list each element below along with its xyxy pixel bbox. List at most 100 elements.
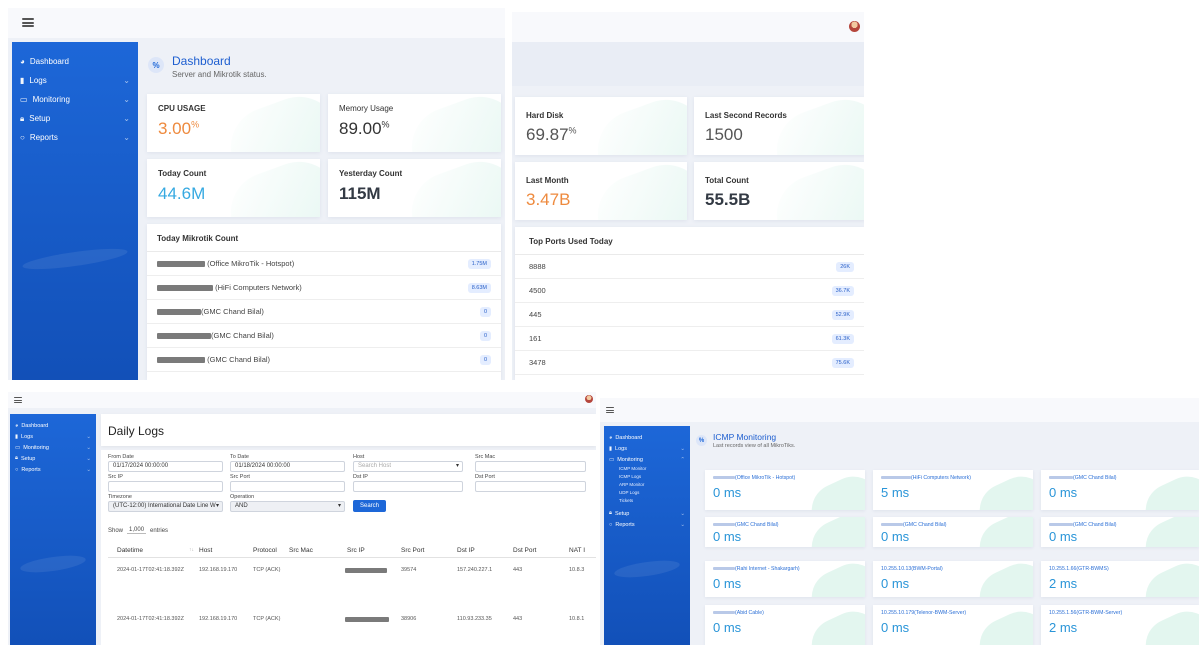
src-port-input[interactable] [230,481,345,492]
list-item[interactable]: 4500 36.7K [515,279,864,303]
chevron-down-icon: ⌄ [86,444,91,451]
column-header[interactable]: Datetime [117,547,143,554]
icmp-latency: 0 ms [713,576,742,591]
icmp-card[interactable]: (Abid Cable) 0 ms [705,605,865,645]
user-avatar-icon[interactable] [849,21,860,32]
list-item[interactable]: 161 61.3K [515,327,864,351]
lock-icon: 🔒︎ [20,113,25,123]
column-header[interactable]: NAT I [569,547,585,554]
column-header[interactable]: Src Mac [289,547,313,554]
list-item[interactable]: 3478 75.6K [515,351,864,375]
icmp-latency: 5 ms [881,485,910,500]
icmp-card[interactable]: (HiFi Computers Network) 5 ms [873,470,1033,510]
sidebar: ◕ Dashboard ▮ Logs ⌄ ▭ Monitoring ⌄ 🔒︎ Setup… [12,42,138,380]
hamburger-icon[interactable] [14,397,22,403]
list-item[interactable]: (GMC Chand Bilal) 0 [147,348,501,372]
user-avatar-icon[interactable] [585,395,593,403]
sidebar-item-dashboard[interactable]: ◕ Dashboard [609,432,685,443]
icmp-card[interactable]: 10.255.1.56(GTR-BWM-Server) 2 ms [1041,605,1199,645]
submenu-item-icmp-monitor[interactable]: ICMP Monitor [619,465,685,473]
hamburger-icon[interactable] [22,18,34,27]
icmp-card[interactable]: 10.255.10.179(Telenor-BWM-Server) 0 ms [873,605,1033,645]
sidebar-item-logs[interactable]: ▮ Logs ⌄ [20,71,130,90]
list-item[interactable]: 8888 26K [515,255,864,279]
reports-icon: ○ [609,521,613,528]
sidebar-item-setup[interactable]: 🔒︎ Setup ⌄ [20,109,130,128]
stat-card-last-second: Last Second Records 1500 [694,97,864,155]
to-date-input[interactable]: 01/18/2024 00:00:00 [230,461,345,472]
page-subtitle: Server and Mikrotik status. [172,70,267,79]
count-badge: 36.7K [831,285,854,296]
sidebar-item-monitoring[interactable]: ▭ Monitoring ⌄ [20,90,130,109]
column-header[interactable]: Src IP [347,547,365,554]
redacted-ip [881,476,911,480]
top-bar [8,8,505,38]
dst-port-input[interactable] [475,481,586,492]
submenu-item-icmp-logs[interactable]: ICMP Logs [619,473,685,481]
hamburger-icon[interactable] [606,407,614,413]
column-header[interactable]: Protocol [253,547,277,554]
submenu-item-arp-monitor[interactable]: ARP Monitor [619,481,685,489]
icmp-card[interactable]: (GMC Chand Bilal) 0 ms [1041,517,1199,547]
redacted-ip [157,309,201,316]
submenu-item-tickets[interactable]: Tickets [619,497,685,505]
icmp-card[interactable]: (GMC Chand Bilal) 0 ms [873,517,1033,547]
icmp-card[interactable]: (Office MikroTik - Hotspot) 0 ms [705,470,865,510]
stat-card-last-month: Last Month 3.47B [515,162,687,220]
sidebar-item-monitoring[interactable]: ▭ Monitoring ⌃ [609,454,685,465]
column-header[interactable]: Host [199,547,212,554]
sidebar-item-dashboard[interactable]: ◕ Dashboard [15,420,91,431]
sidebar-item-dashboard[interactable]: ◕ Dashboard [20,52,130,71]
lock-icon: 🔒︎ [15,455,18,461]
sidebar-item-setup[interactable]: 🔒︎ Setup ⌄ [609,508,685,519]
search-button[interactable]: Search [353,500,386,512]
logs-icon: ▮ [609,445,613,452]
icmp-card[interactable]: (GMC Chand Bilal) 0 ms [705,517,865,547]
monitoring-submenu: ICMP Monitor ICMP Logs ARP Monitor UDP L… [609,465,685,505]
count-badge: 61.3K [831,333,854,344]
sidebar-item-setup[interactable]: 🔒︎ Setup ⌄ [15,453,91,464]
list-item[interactable]: (HiFi Computers Network) 8.63M [147,276,501,300]
icmp-card[interactable]: (GMC Chand Bilal) 0 ms [1041,470,1199,510]
count-badge: 1.75M [467,258,491,269]
src-ip-input[interactable] [108,481,223,492]
icmp-card[interactable]: (Rahi Internet - Shakargarh) 0 ms [705,561,865,597]
stat-card-today-count: Today Count 44.6M [147,159,320,217]
list-item[interactable]: 445 52.9K [515,303,864,327]
sidebar-item-monitoring[interactable]: ▭ Monitoring ⌄ [15,442,91,453]
sidebar-item-logs[interactable]: ▮ Logs ⌄ [609,443,685,454]
timezone-select[interactable]: (UTC-12:00) International Date Line W [108,501,223,512]
entries-select[interactable]: 1,000 [127,527,147,534]
src-mac-input[interactable] [475,461,586,472]
card-label: Yesterday Count [339,169,403,178]
sort-icon[interactable]: ↑↓ [189,547,194,553]
submenu-item-udp-logs[interactable]: UDP Logs [619,489,685,497]
sidebar-item-reports[interactable]: ○ Reports ⌄ [15,464,91,475]
icmp-card[interactable]: 10.255.10.13(BWM-Portal) 0 ms [873,561,1033,597]
list-item[interactable]: (GMC Chand Bilal) 0 [147,324,501,348]
column-header[interactable]: Src Port [401,547,424,554]
sidebar-item-reports[interactable]: ○ Reports ⌄ [609,519,685,530]
mikrotik-count-title: Today Mikrotik Count [147,224,501,252]
list-item[interactable]: (GMC Chand Bilal) 0 [147,300,501,324]
column-header[interactable]: Dst IP [457,547,475,554]
src-ip-label: Src IP [108,474,123,480]
dashboard-icon: ◕ [609,434,613,441]
icmp-card[interactable]: 10.255.1.66(GTR-BWMS) 2 ms [1041,561,1199,597]
card-value: 55.5B [705,190,751,209]
icmp-device-name: 10.255.1.66(GTR-BWMS) [1049,566,1109,572]
card-value: 44.6M [158,184,206,203]
list-item[interactable]: (Office MikroTik - Hotspot) 1.75M [147,252,501,276]
host-select[interactable]: Search Host [353,461,463,472]
operation-select[interactable]: AND [230,501,345,512]
count-badge: 8.63M [467,282,491,293]
column-header[interactable]: Dst Port [513,547,536,554]
dst-ip-input[interactable] [353,481,463,492]
sidebar: ◕ Dashboard ▮ Logs ⌄ ▭ Monitoring ⌄ 🔒︎ Setup… [10,414,96,645]
sidebar-item-logs[interactable]: ▮ Logs ⌄ [15,431,91,442]
redacted-ip [713,611,735,615]
monitor-icon: ▭ [20,95,28,104]
from-date-input[interactable]: 01/17/2024 00:00:00 [108,461,223,472]
sidebar-item-label: Monitoring [32,95,70,104]
sidebar-item-reports[interactable]: ○ Reports ⌄ [20,128,130,147]
